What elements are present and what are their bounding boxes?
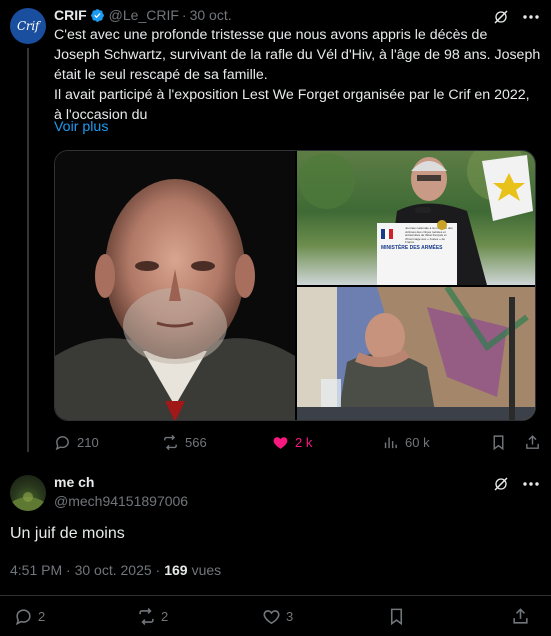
- separator-dot: ·: [151, 562, 161, 578]
- verified-badge-icon: [90, 8, 104, 22]
- repost-count: 2: [161, 608, 169, 624]
- bookmark-button[interactable]: [387, 606, 411, 626]
- tweet-text-line: à l'occasion du: [54, 107, 148, 123]
- bookmark-button[interactable]: [490, 432, 513, 452]
- views-button[interactable]: 60 k: [382, 432, 430, 452]
- share-button[interactable]: [524, 432, 547, 452]
- tweet-header: CRIF @Le_CRIF · 30 oct.: [54, 6, 232, 24]
- like-icon: [263, 609, 280, 624]
- portrait-photo[interactable]: [55, 151, 295, 420]
- repost-button[interactable]: 2: [137, 606, 168, 626]
- reply-text: Un juif de moins: [10, 525, 125, 542]
- separator-dot: ·: [181, 7, 187, 23]
- like-count: 3: [286, 608, 294, 624]
- tweet-text-line: C'est avec une profonde tristesse que no…: [54, 27, 488, 43]
- tweet-text: C'est avec une profonde tristesse que no…: [54, 25, 540, 125]
- like-button[interactable]: 2 k: [272, 432, 312, 452]
- grok-icon[interactable]: [493, 9, 509, 25]
- repost-icon: [164, 434, 177, 450]
- reply-time[interactable]: 4:51 PM: [10, 562, 62, 578]
- bookmark-icon: [493, 434, 504, 450]
- reply-meta: 4:51 PM · 30 oct. 2025 · 169 vues: [10, 562, 221, 578]
- reply-button[interactable]: 210: [54, 432, 99, 452]
- reply-button[interactable]: 2: [14, 606, 45, 626]
- tweet-date[interactable]: 30 oct.: [190, 7, 232, 23]
- tweet-author-handle[interactable]: @Le_CRIF: [109, 7, 179, 23]
- divider: [0, 595, 551, 596]
- more-icon[interactable]: [523, 15, 539, 19]
- reply-icon: [15, 608, 31, 625]
- speech-photo[interactable]: MINISTÈRE DES ARMÉES Journée nationale à…: [297, 151, 535, 285]
- tweet-action-bar: 210 566 2 k 60 k: [54, 432, 540, 452]
- reply-icon: [55, 435, 69, 450]
- like-button[interactable]: 3: [262, 606, 293, 626]
- like-icon: [273, 436, 288, 449]
- repost-count: 566: [185, 434, 207, 450]
- views-count: 60 k: [405, 434, 430, 450]
- repost-icon: [139, 607, 154, 625]
- bookmark-icon: [390, 608, 403, 625]
- repost-button[interactable]: 566: [162, 432, 207, 452]
- reply-author-handle[interactable]: @mech94151897006: [54, 493, 188, 509]
- crif-avatar[interactable]: Crif: [10, 8, 46, 44]
- reply-views-label: vues: [191, 562, 222, 578]
- reply-avatar[interactable]: [10, 475, 46, 511]
- share-icon: [513, 607, 528, 624]
- thread-line: [27, 48, 29, 452]
- more-icon[interactable]: [523, 482, 539, 486]
- reply-action-bar: 2 2 3: [10, 606, 540, 628]
- share-button[interactable]: [511, 606, 535, 626]
- exhibition-photo[interactable]: [297, 287, 535, 420]
- reply-views-count: 169: [164, 562, 188, 578]
- tweet-author-name[interactable]: CRIF: [54, 7, 87, 23]
- see-more-link[interactable]: Voir plus: [54, 119, 108, 135]
- separator-dot: ·: [62, 562, 75, 578]
- podium-text: Journée nationale à la mémoire des victi…: [405, 227, 453, 245]
- reply-date[interactable]: 30 oct. 2025: [75, 562, 152, 578]
- reply-count: 210: [77, 434, 99, 450]
- tweet-text-line: Joseph Schwartz, survivant de la rafle d…: [54, 47, 541, 63]
- like-count: 2 k: [295, 434, 313, 450]
- views-icon: [384, 437, 397, 448]
- share-icon: [526, 434, 539, 449]
- tweet-media-grid: MINISTÈRE DES ARMÉES Journée nationale à…: [54, 150, 536, 421]
- reply-count: 2: [38, 608, 46, 624]
- tweet-text-line: était le seul rescapé de sa famille.: [54, 67, 268, 83]
- reply-author-name[interactable]: me ch: [54, 474, 94, 490]
- tweet-text-line: Il avait participé à l'exposition Lest W…: [54, 87, 530, 103]
- grok-icon[interactable]: [493, 476, 509, 492]
